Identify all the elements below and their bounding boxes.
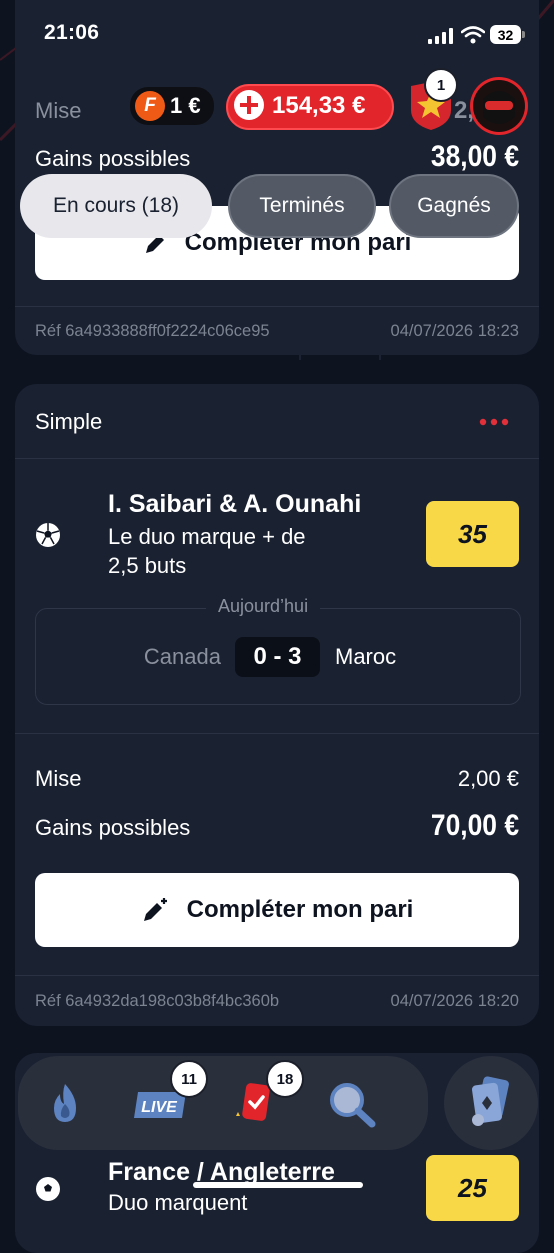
battery-icon: 32 bbox=[490, 25, 526, 44]
stake-label: Mise bbox=[35, 766, 82, 791]
selection-line1: Duo marquent bbox=[108, 1190, 248, 1215]
live-label: LIVE bbox=[141, 1099, 178, 1116]
gains-label: Gains possibles bbox=[35, 146, 191, 171]
tab-en-cours[interactable]: En cours (18) bbox=[20, 174, 212, 238]
bet-reference: Réf 6a4933888ff0f2224c06ce95 bbox=[35, 322, 270, 340]
stake-value: 2,00 € bbox=[457, 766, 519, 791]
casino-cards-button[interactable] bbox=[444, 1056, 538, 1150]
complete-bet-label: Compléter mon pari bbox=[186, 896, 414, 923]
divider bbox=[15, 306, 539, 307]
freebet-amount: 1 € bbox=[170, 93, 201, 118]
selection-line2: 2,5 buts bbox=[108, 553, 187, 578]
bet-date: 04/07/2026 18:23 bbox=[390, 322, 519, 340]
cellular-signal-icon bbox=[428, 28, 453, 44]
divider bbox=[15, 733, 539, 734]
selection-line1: Le duo marque + de bbox=[108, 524, 306, 549]
home-team: Canada bbox=[143, 644, 221, 669]
soccer-ball-icon bbox=[35, 522, 61, 548]
divider bbox=[15, 458, 539, 459]
nav-flame-icon[interactable] bbox=[46, 1082, 84, 1126]
odds-badge: 35 bbox=[426, 501, 519, 567]
battery-level: 32 bbox=[490, 25, 521, 44]
gains-value: 70,00 € bbox=[430, 809, 519, 842]
bet-type: Simple bbox=[35, 409, 103, 434]
playing-cards-icon bbox=[471, 1076, 509, 1126]
bet-date: 04/07/2026 18:20 bbox=[390, 992, 519, 1010]
status-time: 21:06 bbox=[44, 21, 100, 44]
selection-title: I. Saibari & A. Ounahi bbox=[108, 490, 362, 518]
gains-label: Gains possibles bbox=[35, 815, 191, 840]
freebet-coin-icon: F bbox=[135, 91, 165, 121]
match-day: Aujourd’hui bbox=[206, 596, 321, 617]
match-score: 0 - 3 bbox=[235, 637, 320, 677]
soccer-ball-icon bbox=[35, 1176, 61, 1202]
bets-badge: 18 bbox=[266, 1060, 304, 1098]
rewards-badge: 1 bbox=[424, 68, 458, 102]
balance-amount: 154,33 € bbox=[272, 92, 366, 119]
complete-bet-button[interactable]: Compléter mon pari bbox=[35, 873, 519, 947]
tab-termines[interactable]: Terminés bbox=[228, 174, 376, 238]
gains-value: 38,00 € bbox=[430, 140, 519, 173]
stake-label: Mise bbox=[35, 98, 82, 123]
wifi-icon bbox=[461, 26, 485, 44]
live-badge: 11 bbox=[170, 1060, 208, 1098]
bet-reference: Réf 6a4932da198c03b8f4bc360b bbox=[35, 992, 280, 1010]
plus-icon bbox=[234, 90, 264, 120]
tab-gagnes[interactable]: Gagnés bbox=[389, 174, 519, 238]
odds-badge: 25 bbox=[426, 1155, 519, 1221]
divider bbox=[15, 975, 539, 976]
away-team: Maroc bbox=[335, 644, 397, 669]
more-menu-icon[interactable] bbox=[476, 412, 516, 432]
edit-pencil-icon bbox=[141, 896, 171, 924]
nav-search-icon[interactable] bbox=[326, 1080, 378, 1128]
avatar[interactable] bbox=[470, 77, 528, 135]
home-indicator bbox=[193, 1182, 363, 1188]
